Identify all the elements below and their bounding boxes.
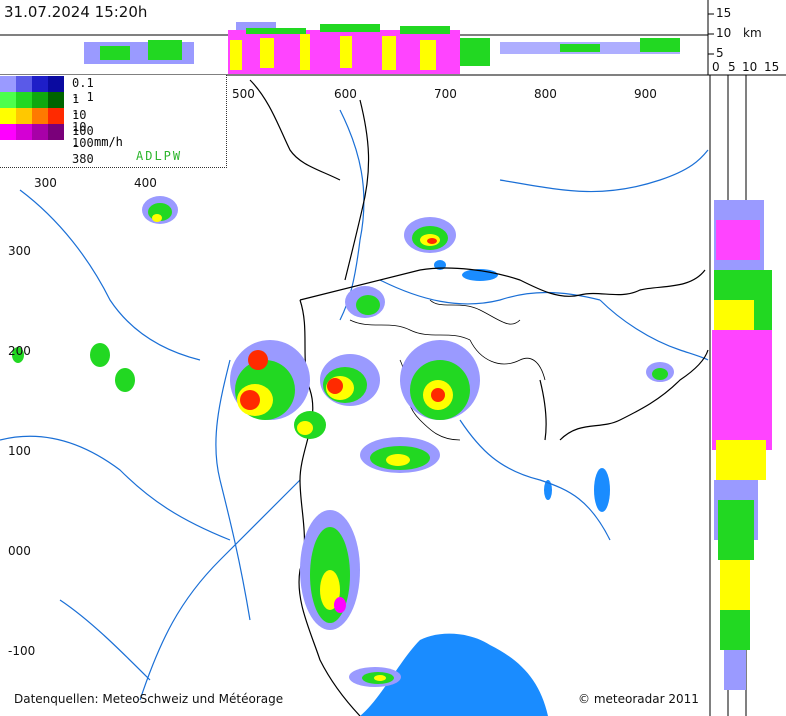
height-tick-5: 5 [716,46,724,60]
x-tick-600: 600 [334,87,357,101]
height-unit: km [743,26,762,40]
y-tick-000: 000 [8,544,31,558]
x-tick-900: 900 [634,87,657,101]
x-tick-300: 300 [34,176,57,190]
x-tick-500: 500 [232,87,255,101]
x-tick-700: 700 [434,87,457,101]
timestamp: 31.07.2024 15:20h [4,3,148,21]
lakes [360,260,610,716]
legend: 0.1 - 1 1 - 10 10 - 100 100 - 380 mm/h A… [0,75,227,168]
side-tick-0: 0 [712,60,720,74]
height-tick-15: 15 [716,6,732,20]
height-tick-10: 10 [716,26,732,40]
x-tick-800: 800 [534,87,557,101]
side-tick-10: 10 [742,60,758,74]
x-tick-400: 400 [134,176,157,190]
legend-unit: mm/h [94,135,123,149]
y-tick-minus100: -100 [8,644,36,658]
height-profile-side [709,75,772,716]
precipitation-cells [12,196,674,687]
side-tick-5: 5 [728,60,736,74]
y-tick-100: 100 [8,444,31,458]
copyright: © meteoradar 2011 [578,692,699,706]
data-source: Datenquellen: MeteoSchweiz und Météorage [14,692,284,706]
y-tick-200: 200 [8,344,31,358]
y-tick-300: 300 [8,244,31,258]
legend-label-4: 100 - 380 [72,124,94,166]
side-tick-15: 15 [764,60,780,74]
legend-title: ADLPW [136,149,183,163]
